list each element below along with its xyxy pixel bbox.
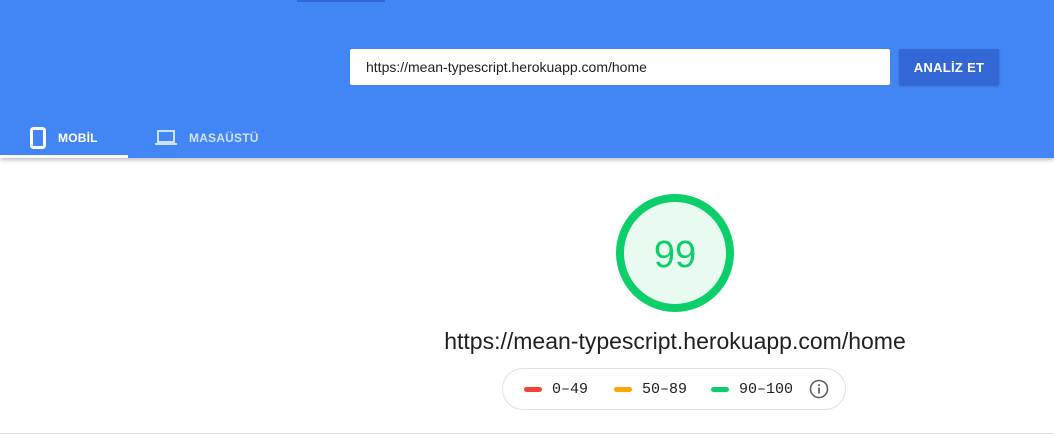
legend-swatch-orange <box>614 386 633 392</box>
legend-range-average: 50–89 <box>642 380 688 398</box>
tab-desktop[interactable]: MASAÜSTÜ <box>155 118 259 158</box>
url-input[interactable] <box>350 49 890 85</box>
tab-mobile[interactable]: MOBİL <box>0 118 128 158</box>
analyzed-url: https://mean-typescript.herokuapp.com/ho… <box>444 328 906 354</box>
tab-desktop-label: MASAÜSTÜ <box>189 131 259 145</box>
top-indicator <box>297 0 385 2</box>
smartphone-icon <box>30 127 46 149</box>
legend-item-pass: 90–100 <box>711 381 793 398</box>
legend-range-fail: 0–49 <box>552 380 589 398</box>
legend-item-average: 50–89 <box>614 381 687 398</box>
score-gauge: 99 <box>614 192 736 314</box>
legend-item-fail: 0–49 <box>524 381 588 398</box>
score-legend: 0–49 50–89 90–100 <box>502 368 846 410</box>
score-value: 99 <box>654 234 696 276</box>
info-icon[interactable] <box>809 379 829 399</box>
header-bar: ANALİZ ET MOBİL MASAÜSTÜ <box>0 0 1054 158</box>
analyze-button[interactable]: ANALİZ ET <box>899 49 999 85</box>
legend-range-pass: 90–100 <box>739 380 794 398</box>
legend-swatch-green <box>711 386 730 392</box>
laptop-icon <box>155 130 177 146</box>
tab-mobile-label: MOBİL <box>58 131 98 145</box>
active-tab-indicator <box>0 155 128 158</box>
legend-swatch-red <box>524 386 542 392</box>
divider <box>0 433 1054 434</box>
